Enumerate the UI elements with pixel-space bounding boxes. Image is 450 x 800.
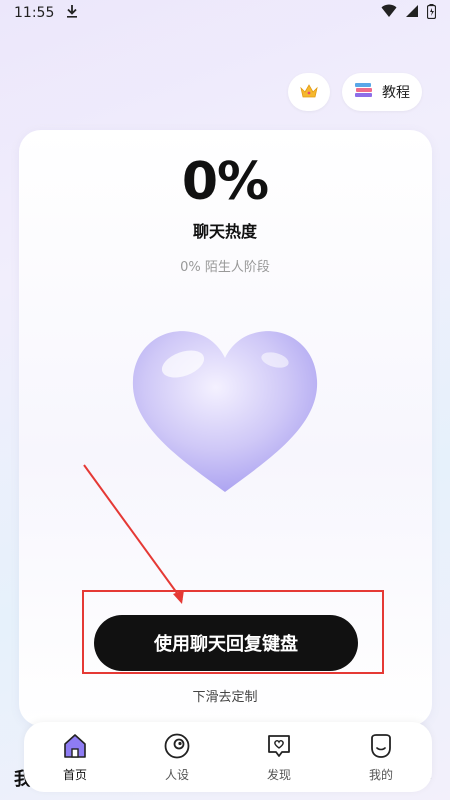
tab-home-label: 首页 bbox=[62, 767, 87, 782]
tutorial-label: 教程 bbox=[382, 85, 410, 101]
tab-discover[interactable]: 发现 bbox=[239, 732, 319, 783]
tab-discover-label: 发现 bbox=[266, 767, 291, 782]
vip-button[interactable] bbox=[288, 73, 330, 111]
tab-home[interactable]: 首页 bbox=[35, 732, 115, 783]
status-bar: 11:55 bbox=[0, 0, 450, 26]
status-time: 11:55 bbox=[14, 5, 55, 21]
tab-persona[interactable]: 人设 bbox=[137, 732, 217, 783]
tab-profile[interactable]: 我的 bbox=[341, 732, 421, 783]
battery-icon bbox=[426, 3, 437, 23]
heart-icon bbox=[125, 322, 325, 497]
wifi-icon bbox=[381, 4, 397, 22]
tutorial-button[interactable]: 教程 bbox=[342, 73, 422, 111]
crown-icon bbox=[300, 83, 318, 102]
use-keyboard-button[interactable]: 使用聊天回复键盘 bbox=[94, 615, 358, 671]
discover-icon bbox=[268, 734, 290, 757]
tab-persona-label: 人设 bbox=[164, 767, 189, 782]
profile-icon bbox=[371, 733, 391, 758]
books-icon bbox=[354, 81, 374, 103]
persona-icon bbox=[164, 733, 190, 758]
stage-label: 0% 陌生人阶段 bbox=[180, 260, 270, 275]
top-actions: 教程 bbox=[288, 73, 422, 111]
tab-bar: 首页 人设 发现 我的 bbox=[24, 722, 432, 792]
heat-percent: 0% bbox=[181, 152, 269, 212]
signal-icon bbox=[405, 4, 419, 22]
home-icon bbox=[64, 733, 86, 758]
swipe-hint: 下滑去定制 bbox=[192, 690, 258, 705]
tab-profile-label: 我的 bbox=[368, 767, 393, 782]
download-icon bbox=[66, 4, 78, 22]
heat-label: 聊天热度 bbox=[192, 222, 257, 241]
